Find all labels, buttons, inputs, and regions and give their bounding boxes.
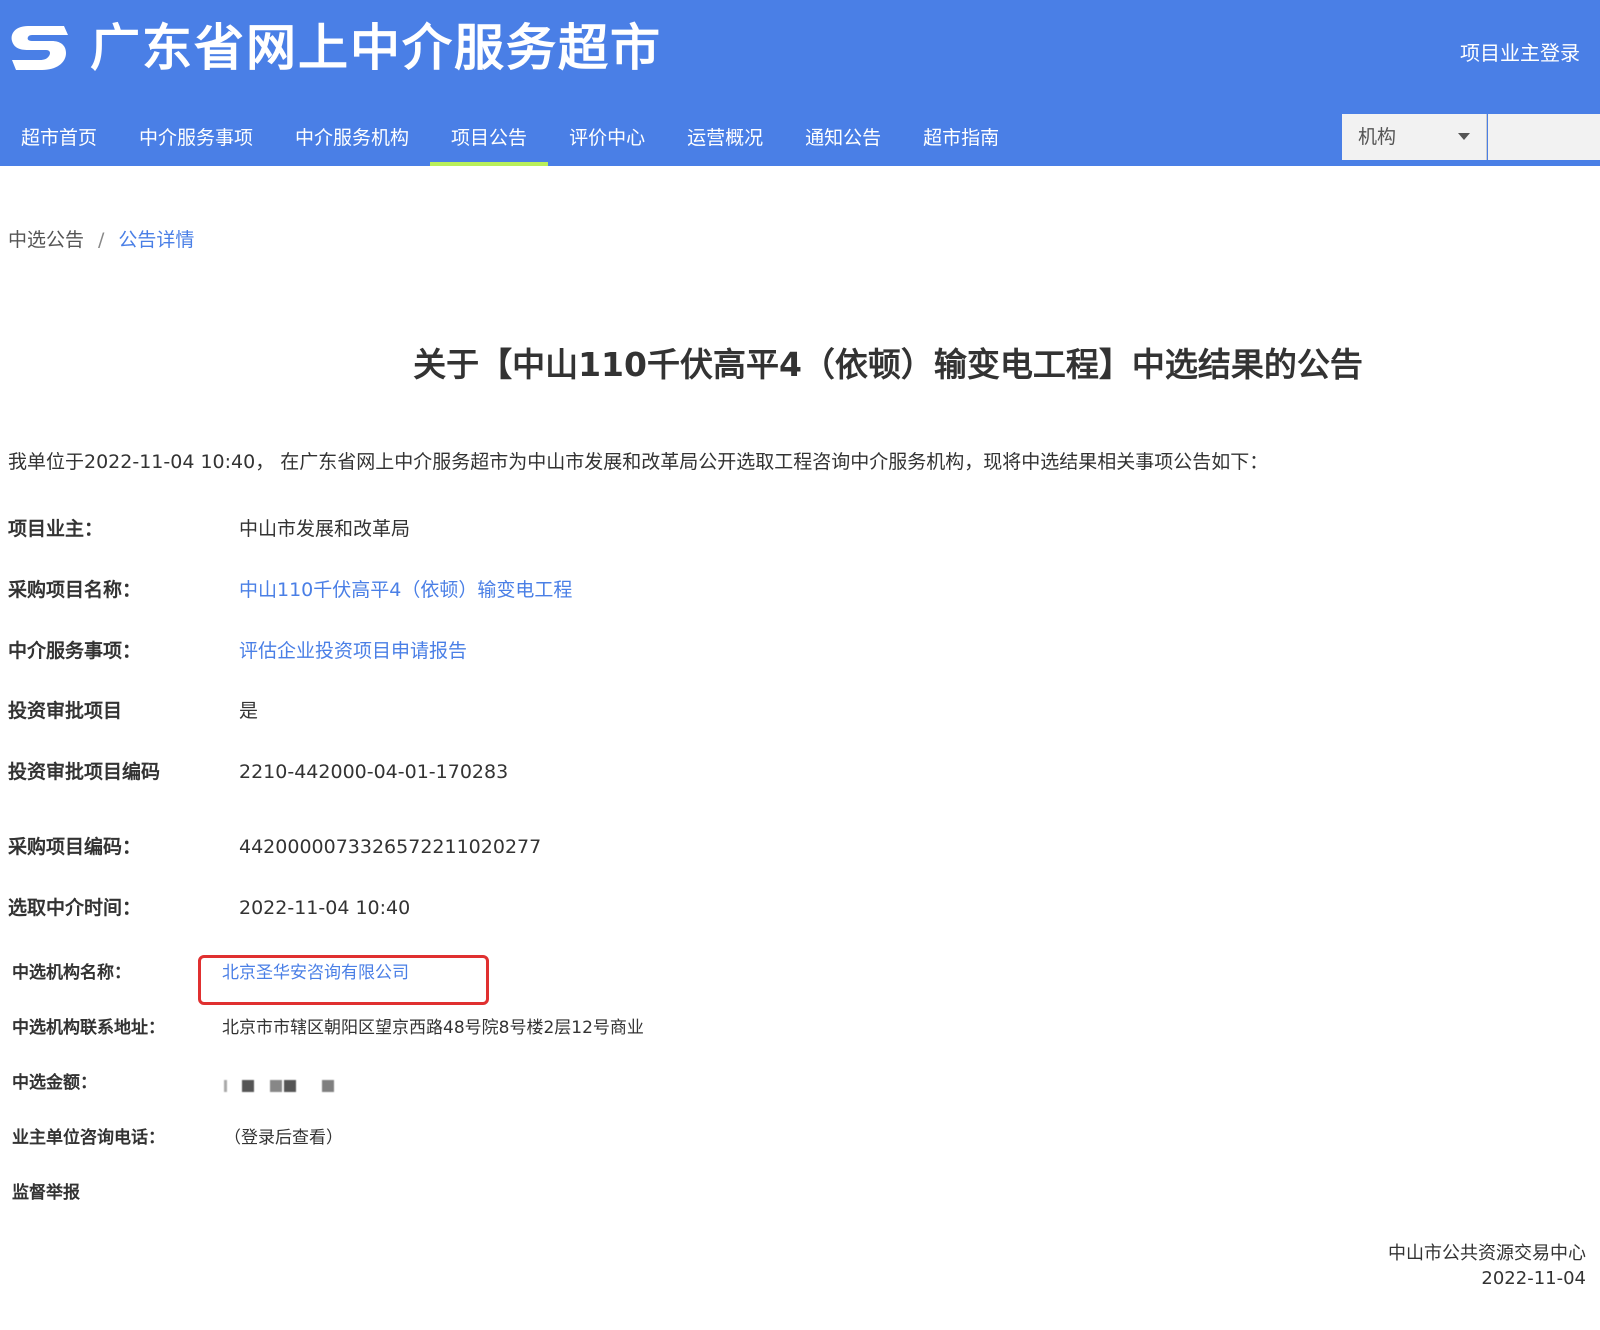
amount-label: 中选金额： bbox=[12, 1073, 97, 1093]
approval-project-label: 投资审批项目 bbox=[8, 700, 123, 722]
breadcrumb: 中选公告 / 公告详情 bbox=[8, 226, 194, 254]
main-nav: 超市首页 中介服务事项 中介服务机构 项目公告 评价中心 运营概况 通知公告 超… bbox=[0, 114, 1020, 166]
winner-address-value: 北京市市辖区朝阳区望京西路48号院8号楼2层12号商业 bbox=[222, 1018, 644, 1038]
nav-item-service-items[interactable]: 中介服务事项 bbox=[118, 114, 274, 166]
purchase-code-value: 4420000073326572211020277 bbox=[239, 836, 542, 858]
nav-item-home[interactable]: 超市首页 bbox=[0, 114, 118, 166]
nav-item-operations[interactable]: 运营概况 bbox=[666, 114, 784, 166]
nav-item-service-agencies[interactable]: 中介服务机构 bbox=[274, 114, 430, 166]
owner-login-link[interactable]: 项目业主登录 bbox=[1460, 38, 1580, 68]
issuer-name: 中山市公共资源交易中心 bbox=[1388, 1243, 1586, 1264]
project-name-label: 采购项目名称： bbox=[8, 579, 142, 601]
search-scope-select[interactable]: 机构 bbox=[1342, 114, 1487, 160]
nav-item-project-notices[interactable]: 项目公告 bbox=[430, 114, 549, 166]
amount-obscured-value bbox=[224, 1075, 350, 1095]
issue-date: 2022-11-04 bbox=[1481, 1268, 1586, 1289]
select-time-value: 2022-11-04 10:40 bbox=[239, 897, 411, 919]
search-scope-value: 机构 bbox=[1358, 126, 1397, 148]
site-header: 广东省网上中介服务超市 项目业主登录 超市首页 中介服务事项 中介服务机构 项目… bbox=[0, 0, 1600, 166]
breadcrumb-current[interactable]: 公告详情 bbox=[118, 229, 194, 251]
site-title: 广东省网上中介服务超市 bbox=[90, 19, 662, 77]
winner-highlight-box bbox=[198, 955, 489, 1005]
service-item-link[interactable]: 评估企业投资项目申请报告 bbox=[239, 637, 467, 665]
supervision-label[interactable]: 监督举报 bbox=[12, 1180, 80, 1206]
purchase-code-label: 采购项目编码： bbox=[8, 836, 142, 858]
service-item-label: 中介服务事项： bbox=[8, 640, 142, 662]
owner-phone-value: （登录后查看） bbox=[224, 1128, 343, 1148]
nav-item-evaluation[interactable]: 评价中心 bbox=[548, 114, 666, 166]
breadcrumb-separator: / bbox=[98, 229, 105, 251]
approval-project-value: 是 bbox=[239, 700, 259, 722]
breadcrumb-parent[interactable]: 中选公告 bbox=[8, 229, 84, 251]
notice-intro: 我单位于2022-11-04 10:40， 在广东省网上中介服务超市为中山市发展… bbox=[8, 451, 1269, 473]
owner-phone-label: 业主单位咨询电话： bbox=[12, 1128, 165, 1148]
winner-name-label: 中选机构名称： bbox=[12, 963, 131, 983]
nav-item-announcements[interactable]: 通知公告 bbox=[784, 114, 902, 166]
search-input[interactable] bbox=[1488, 114, 1600, 160]
approval-code-label: 投资审批项目编码 bbox=[8, 761, 161, 783]
nav-item-guide[interactable]: 超市指南 bbox=[902, 114, 1020, 166]
page-title: 关于【中山110千伏高平4（依顿）输变电工程】中选结果的公告 bbox=[413, 345, 1363, 384]
approval-code-value: 2210-442000-04-01-170283 bbox=[239, 761, 509, 783]
caret-down-icon bbox=[1458, 133, 1470, 140]
winner-address-label: 中选机构联系地址： bbox=[12, 1018, 165, 1038]
site-logo-icon[interactable] bbox=[6, 20, 72, 76]
project-name-link[interactable]: 中山110千伏高平4（依顿）输变电工程 bbox=[239, 576, 572, 604]
owner-value: 中山市发展和改革局 bbox=[239, 518, 411, 540]
select-time-label: 选取中介时间： bbox=[8, 897, 142, 919]
owner-label: 项目业主： bbox=[8, 518, 104, 540]
